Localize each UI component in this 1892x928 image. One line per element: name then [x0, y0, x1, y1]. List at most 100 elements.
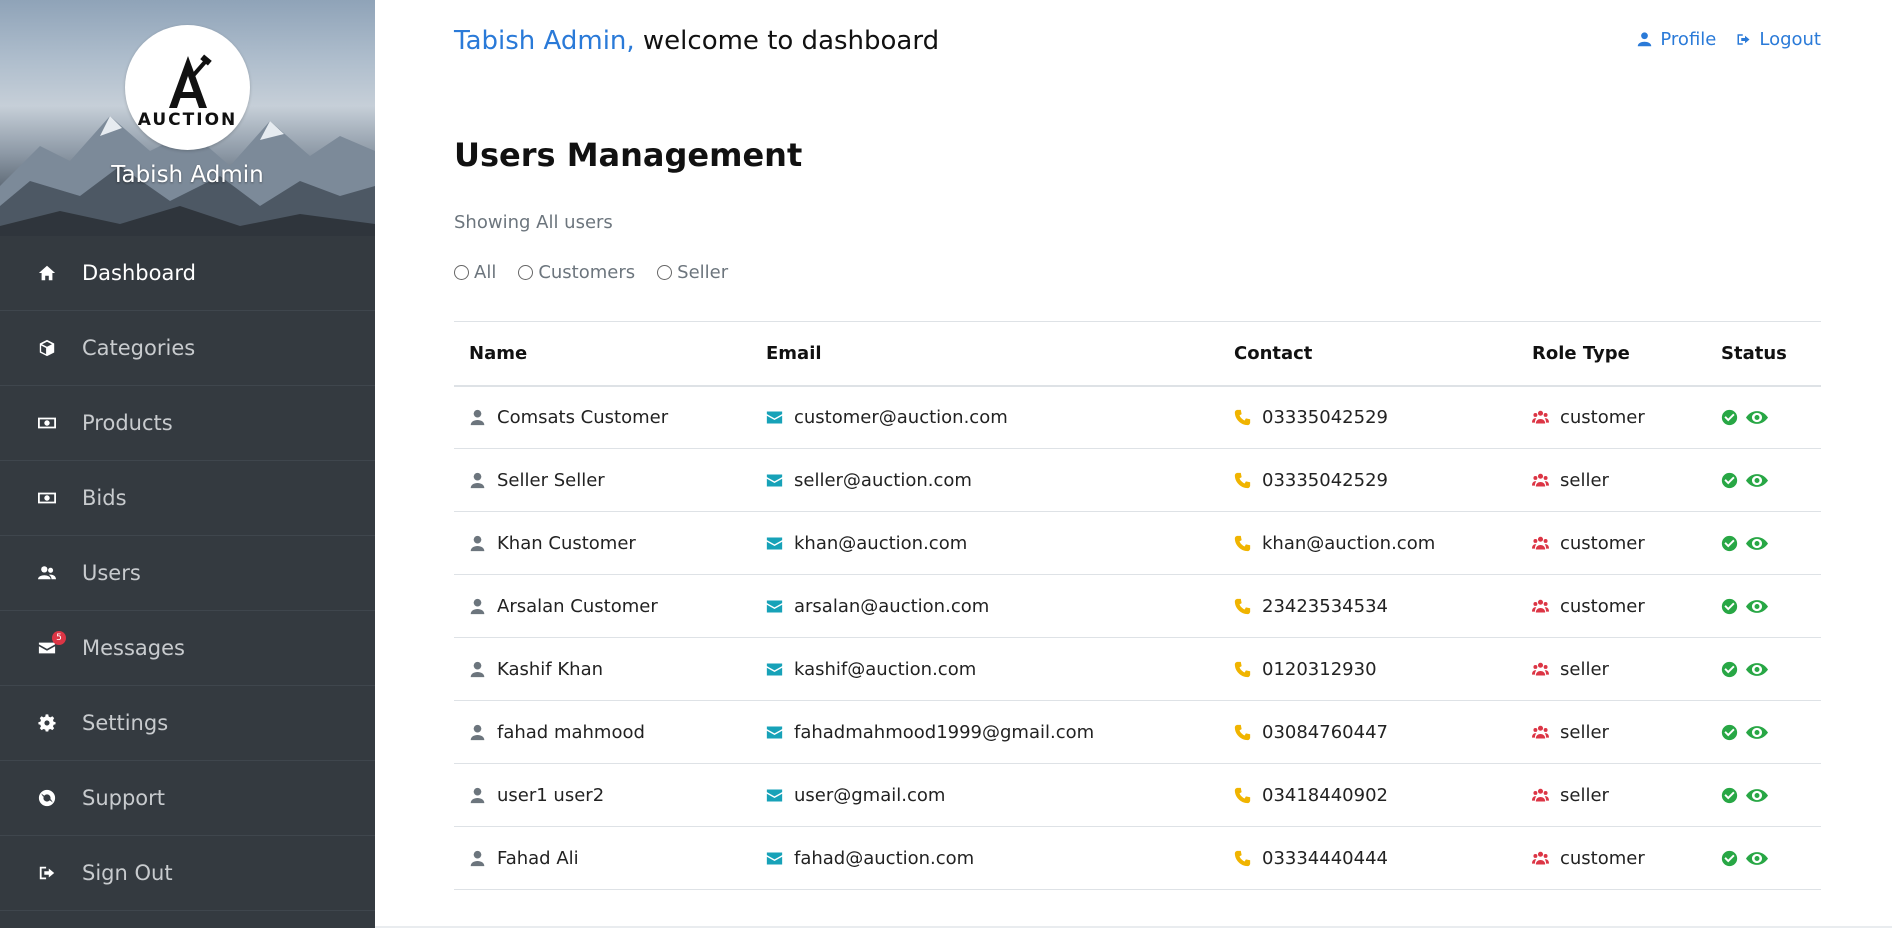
- user-contact: khan@auction.com: [1262, 532, 1436, 554]
- sidebar-item-categories[interactable]: Categories: [0, 311, 375, 386]
- life-ring-icon: [36, 787, 58, 809]
- email-cell: fahad@auction.com: [751, 826, 1219, 890]
- envelope-icon: [766, 474, 783, 486]
- sidebar-item-label: Settings: [82, 711, 169, 735]
- eye-icon[interactable]: [1746, 409, 1768, 426]
- user-role: seller: [1560, 721, 1609, 743]
- user-role: customer: [1560, 847, 1645, 869]
- page-title: Users Management: [454, 136, 803, 174]
- sidebar-item-settings[interactable]: Settings: [0, 686, 375, 761]
- name-cell: Comsats Customer: [454, 385, 751, 449]
- table-row[interactable]: Arsalan Customer arsalan@auction.com 234…: [454, 574, 1821, 638]
- name-cell: Seller Seller: [454, 448, 751, 512]
- check-circle-icon[interactable]: [1721, 535, 1738, 552]
- check-circle-icon[interactable]: [1721, 409, 1738, 426]
- users-icon: [1532, 473, 1549, 486]
- filter-seller[interactable]: Seller: [657, 262, 728, 283]
- sidebar-item-users[interactable]: Users: [0, 536, 375, 611]
- check-circle-icon[interactable]: [1721, 472, 1738, 489]
- top-links: Profile Logout: [1637, 29, 1821, 50]
- sidebar-item-label: Products: [82, 411, 173, 435]
- status-cell: [1706, 763, 1821, 827]
- sidebar-item-dashboard[interactable]: Dashboard: [0, 236, 375, 311]
- home-icon: [36, 262, 58, 284]
- eye-icon[interactable]: [1746, 850, 1768, 867]
- user-role: seller: [1560, 469, 1609, 491]
- filter-customers[interactable]: Customers: [518, 262, 635, 283]
- status-cell: [1706, 826, 1821, 890]
- column-header-email: Email: [751, 321, 1219, 387]
- profile-link[interactable]: Profile: [1637, 29, 1716, 50]
- check-circle-icon[interactable]: [1721, 724, 1738, 741]
- table-row[interactable]: Seller Seller seller@auction.com 0333504…: [454, 448, 1821, 512]
- user-contact: 03418440902: [1262, 784, 1388, 806]
- showing-text: Showing All users: [454, 212, 613, 233]
- eye-icon[interactable]: [1746, 535, 1768, 552]
- user-contact: 03334440444: [1262, 847, 1388, 869]
- logout-link[interactable]: Logout: [1736, 29, 1821, 50]
- table-row[interactable]: Khan Customer khan@auction.com khan@auct…: [454, 511, 1821, 575]
- sign-out-icon: [1737, 34, 1750, 45]
- envelope-icon: 5: [36, 631, 66, 659]
- users-icon: [1532, 851, 1549, 864]
- user-icon: [470, 409, 485, 425]
- user-email: fahad@auction.com: [794, 847, 975, 869]
- eye-icon[interactable]: [1746, 661, 1768, 678]
- user-icon: [1638, 32, 1652, 47]
- user-icon: [470, 598, 485, 614]
- check-circle-icon[interactable]: [1721, 598, 1738, 615]
- eye-icon[interactable]: [1746, 787, 1768, 804]
- filter-label: All: [474, 262, 497, 283]
- name-cell: Fahad Ali: [454, 826, 751, 890]
- user-name: Kashif Khan: [497, 658, 604, 680]
- eye-icon[interactable]: [1746, 598, 1768, 615]
- check-circle-icon[interactable]: [1721, 661, 1738, 678]
- check-circle-icon[interactable]: [1721, 787, 1738, 804]
- user-icon: [470, 787, 485, 803]
- name-cell: Kashif Khan: [454, 637, 751, 701]
- user-name: user1 user2: [497, 784, 605, 806]
- contact-cell: 03418440902: [1219, 763, 1517, 827]
- check-circle-icon[interactable]: [1721, 850, 1738, 867]
- sidebar-item-sign-out[interactable]: Sign Out: [0, 836, 375, 911]
- radio-button[interactable]: [454, 265, 469, 280]
- user-icon: [470, 661, 485, 677]
- table-row[interactable]: Fahad Ali fahad@auction.com 03334440444 …: [454, 826, 1821, 890]
- user-name: Khan Customer: [497, 532, 636, 554]
- eye-icon[interactable]: [1746, 724, 1768, 741]
- table-row[interactable]: Comsats Customer customer@auction.com 03…: [454, 385, 1821, 449]
- users-icon: [1532, 725, 1549, 738]
- user-email: kashif@auction.com: [794, 658, 977, 680]
- envelope-icon: [766, 726, 783, 738]
- radio-button[interactable]: [518, 265, 534, 280]
- welcome-heading: Tabish Admin, welcome to dashboard: [454, 26, 939, 56]
- eye-icon[interactable]: [1746, 472, 1768, 489]
- sidebar-item-label: Users: [82, 561, 141, 585]
- user-role: customer: [1560, 595, 1645, 617]
- contact-cell: 0120312930: [1219, 637, 1517, 701]
- table-row[interactable]: user1 user2 user@gmail.com 03418440902 s…: [454, 763, 1821, 827]
- users-table: Name Email Contact Role Type Status Coms…: [454, 321, 1821, 890]
- role-filters: All Customers Seller: [454, 262, 728, 283]
- users-icon: [1532, 599, 1549, 612]
- envelope-icon: [766, 852, 783, 864]
- radio-button[interactable]: [657, 265, 673, 280]
- email-cell: arsalan@auction.com: [751, 574, 1219, 638]
- sidebar-item-products[interactable]: Products: [0, 386, 375, 461]
- table-row[interactable]: fahad mahmood fahadmahmood1999@gmail.com…: [454, 700, 1821, 764]
- user-role: seller: [1560, 784, 1609, 806]
- sidebar-item-messages[interactable]: 5 Messages: [0, 611, 375, 686]
- filter-all[interactable]: All: [454, 262, 496, 283]
- table-body: Comsats Customer customer@auction.com 03…: [454, 385, 1821, 890]
- envelope-icon: [766, 411, 783, 424]
- email-cell: customer@auction.com: [751, 385, 1219, 449]
- email-cell: khan@auction.com: [751, 511, 1219, 575]
- sidebar-item-label: Bids: [82, 486, 127, 510]
- users-icon: [1532, 410, 1549, 424]
- sidebar-item-support[interactable]: Support: [0, 761, 375, 836]
- table-row[interactable]: Kashif Khan kashif@auction.com 012031293…: [454, 637, 1821, 701]
- sidebar-item-label: Categories: [82, 336, 196, 360]
- sidebar-item-bids[interactable]: Bids: [0, 461, 375, 536]
- money-icon: [36, 412, 58, 434]
- auction-logo[interactable]: AUCTION: [125, 25, 250, 150]
